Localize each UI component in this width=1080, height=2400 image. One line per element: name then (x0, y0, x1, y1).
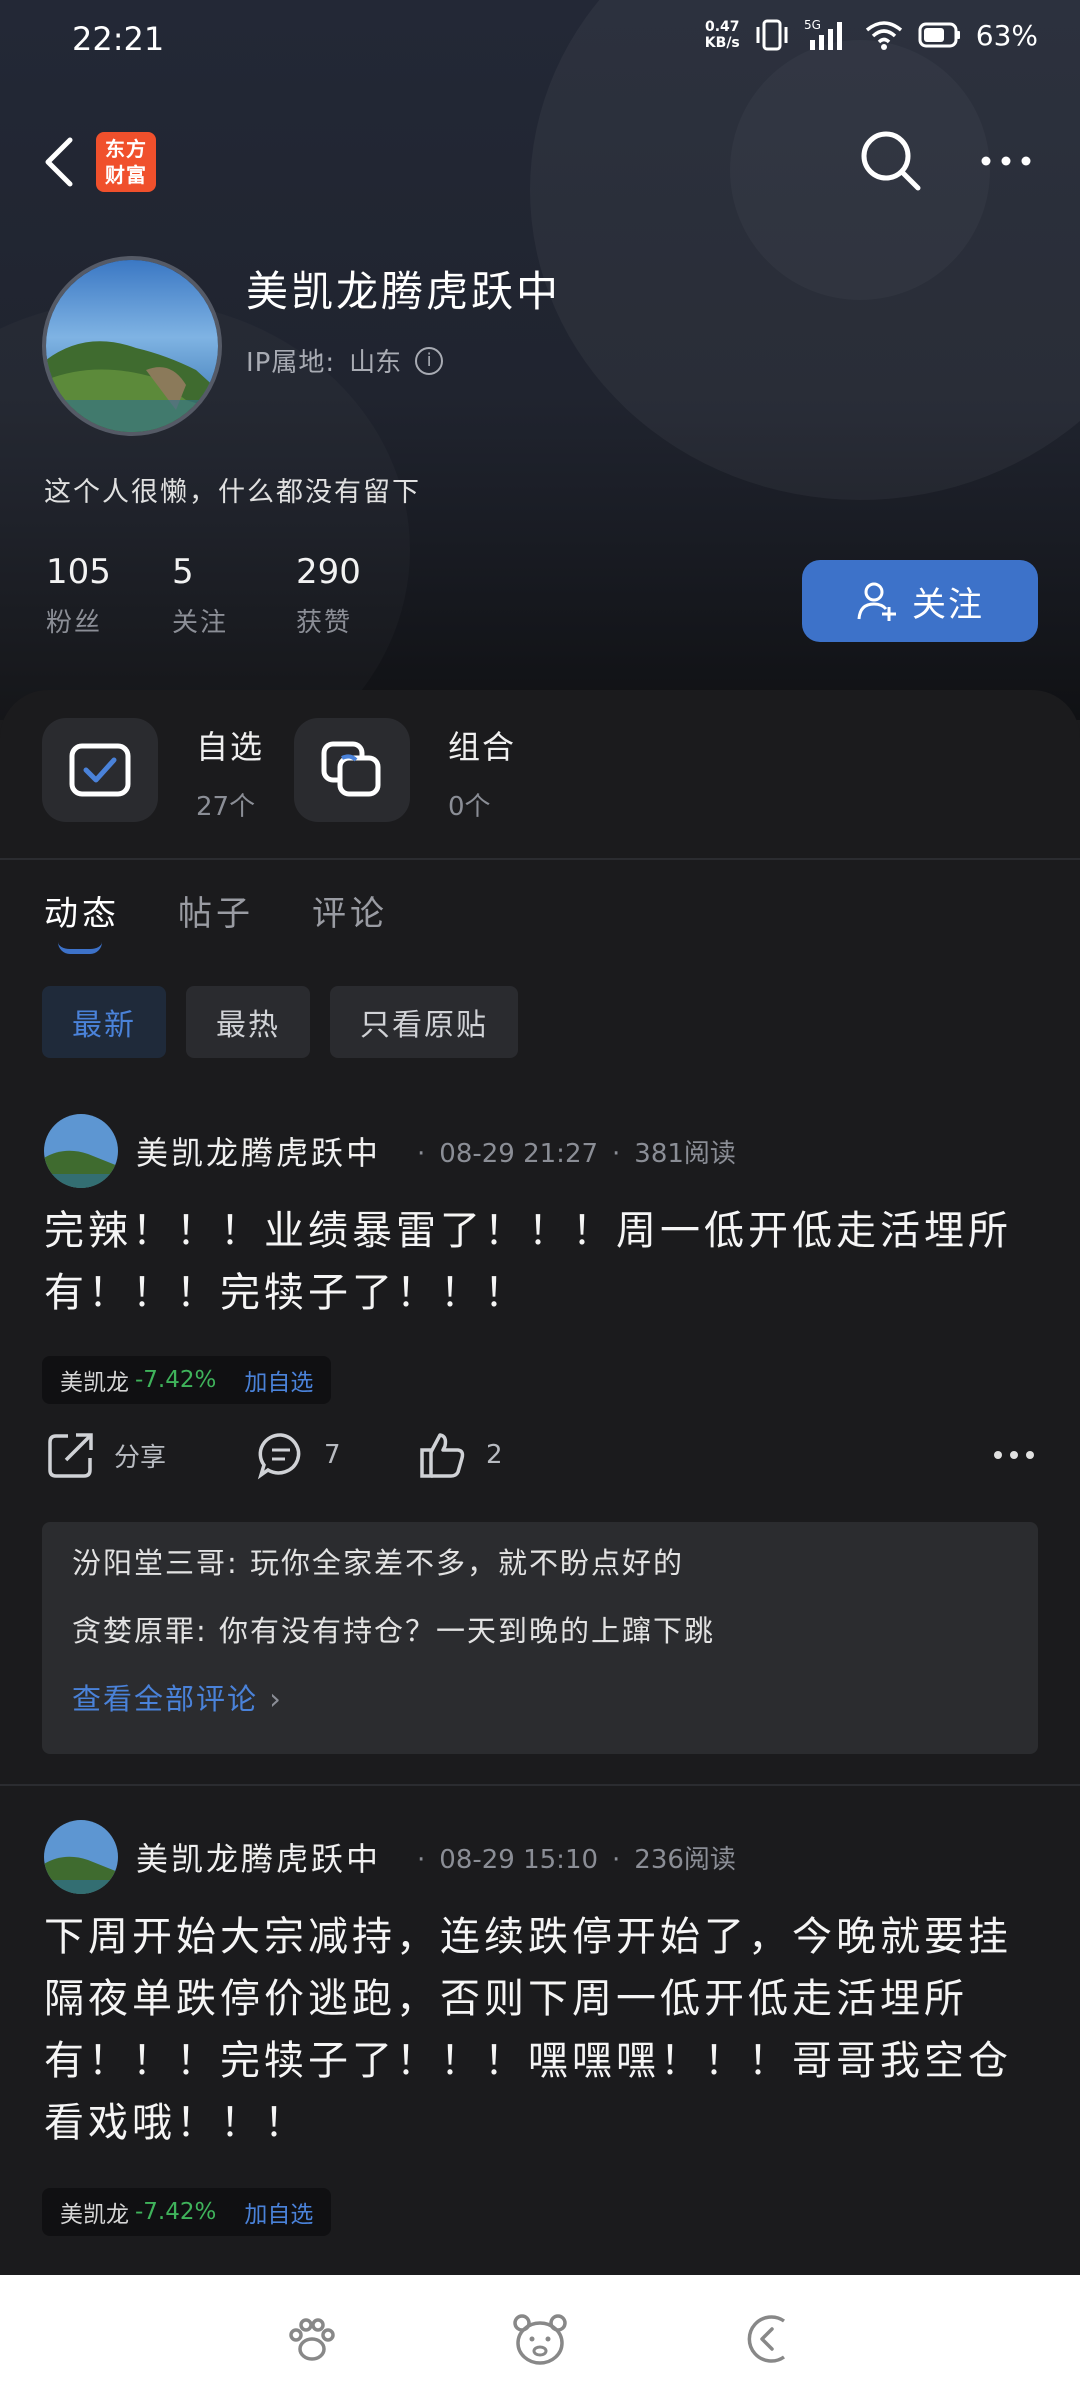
watchlist-icon (42, 718, 158, 822)
filter-original-only[interactable]: 只看原贴 (330, 986, 518, 1058)
post-avatar[interactable] (44, 1820, 118, 1894)
status-indicators: 0.47 KB/s 5G 63% (705, 18, 1038, 52)
comment-item: 贪婪原罪: 你有没有持仓？一天到晚的上蹿下跳 (72, 1608, 1008, 1650)
follow-label: 关注 (912, 584, 984, 625)
tile-count: 27个 (196, 792, 256, 822)
tile-title: 组合 (448, 728, 517, 766)
share-icon (48, 1433, 93, 1478)
thumbs-up-icon (420, 1433, 465, 1478)
comment-icon (257, 1433, 301, 1480)
vibrate-icon (756, 19, 788, 51)
portfolio-icon (294, 718, 410, 822)
tab-posts[interactable]: 帖子 (178, 886, 254, 935)
add-user-icon (857, 582, 896, 621)
post-reads: 381阅读 (634, 1138, 736, 1169)
tile-title: 自选 (196, 728, 265, 766)
bottom-navigation-bar (0, 2275, 1080, 2400)
back-gesture-icon[interactable] (738, 2309, 798, 2369)
filter-hot[interactable]: 最热 (186, 986, 310, 1058)
network-speed: 0.47 KB/s (704, 19, 740, 51)
stat-label: 获赞 (296, 608, 353, 638)
battery-icon (918, 22, 960, 48)
post-author[interactable]: 美凯龙腾虎跃中 (136, 1128, 381, 1174)
divider (0, 858, 1080, 860)
active-tab-indicator (58, 942, 102, 954)
post-header: 美凯龙腾虎跃中 · 08-29 15:10 · 236阅读 (44, 1820, 736, 1894)
stock-tag[interactable]: 美凯龙 -7.42% 加自选 (42, 1356, 332, 1404)
ip-location-row: IP属地: 山东 i (246, 342, 444, 379)
stat-followers[interactable]: 105 粉丝 (46, 552, 111, 639)
app-logo[interactable]: 东方 财富 (96, 132, 156, 192)
comment-user[interactable]: 汾阳堂三哥: (72, 1546, 239, 1580)
wifi-icon (865, 21, 902, 50)
stat-likes[interactable]: 290 获赞 (296, 552, 361, 639)
filter-latest[interactable]: 最新 (42, 986, 166, 1058)
comment-user[interactable]: 贪婪原罪: (72, 1614, 208, 1648)
stock-tag[interactable]: 美凯龙 -7.42% 加自选 (42, 2188, 332, 2236)
post-meta: · 08-29 21:27 · 381阅读 (417, 1138, 736, 1169)
stat-value: 5 (172, 552, 194, 592)
comment-count: 7 (324, 1440, 341, 1470)
like-button[interactable]: 2 (418, 1430, 503, 1480)
bear-face-icon[interactable] (510, 2309, 570, 2369)
stock-change: -7.42% (135, 2199, 217, 2225)
more-options-icon[interactable] (978, 146, 1034, 176)
post-time: 08-29 15:10 (439, 1844, 599, 1875)
stock-name: 美凯龙 (60, 1370, 129, 1396)
stat-label: 粉丝 (46, 608, 103, 638)
add-to-watchlist-link[interactable]: 加自选 (244, 1363, 313, 1397)
ip-label: IP属地: (246, 348, 336, 378)
avatar[interactable] (42, 256, 222, 436)
filter-chips: 最新 最热 只看原贴 (42, 986, 518, 1058)
post-action-bar: 分享 7 2 (46, 1430, 1036, 1484)
comment-item: 汾阳堂三哥: 玩你全家差不多，就不盼点好的 (72, 1540, 1008, 1582)
post-time: 08-29 21:27 (439, 1138, 599, 1169)
content-panel: 自选 27个 组合 0个 动态 帖子 评论 最新 最热 只看原贴 美凯龙腾虎跃中… (0, 690, 1080, 2275)
profile-bio: 这个人很懒，什么都没有留下 (44, 477, 421, 508)
post-header: 美凯龙腾虎跃中 · 08-29 21:27 · 381阅读 (44, 1114, 736, 1188)
like-count: 2 (486, 1440, 503, 1470)
stat-following[interactable]: 5 关注 (172, 552, 228, 639)
svg-text:5G: 5G (804, 18, 821, 32)
stat-value: 290 (296, 552, 361, 592)
watchlist-tile[interactable]: 自选 27个 (42, 718, 264, 823)
status-time: 22:21 (72, 20, 165, 58)
post-text[interactable]: 下周开始大宗减持，连续跌停开始了，今晚就要挂隔夜单跌停价逃跑，否则下周一低开低走… (44, 1906, 1044, 2154)
stat-value: 105 (46, 552, 111, 592)
post-more-icon[interactable] (992, 1444, 1036, 1466)
content-tabs: 动态 帖子 评论 (44, 886, 388, 954)
stock-change: -7.42% (135, 1367, 217, 1393)
chevron-right-icon: › (269, 1682, 283, 1716)
follow-button[interactable]: 关注 (802, 560, 1038, 642)
portfolio-tile[interactable]: 组合 0个 (294, 718, 516, 823)
ip-location: 山东 (349, 348, 402, 378)
paw-icon[interactable] (282, 2309, 342, 2369)
stat-label: 关注 (172, 608, 229, 638)
add-to-watchlist-link[interactable]: 加自选 (244, 2195, 313, 2229)
stock-name: 美凯龙 (60, 2202, 129, 2228)
search-icon[interactable] (856, 126, 926, 196)
post-author[interactable]: 美凯龙腾虎跃中 (136, 1834, 381, 1880)
view-all-comments-link[interactable]: 查看全部评论 › (72, 1676, 1008, 1718)
tile-count: 0个 (448, 792, 491, 822)
info-icon[interactable]: i (415, 346, 444, 375)
share-label: 分享 (114, 1442, 167, 1473)
tab-activity[interactable]: 动态 (44, 886, 120, 954)
post-text[interactable]: 完辣！！！业绩暴雷了！！！周一低开低走活埋所有！！！完犊子了！！！ (44, 1200, 1044, 1324)
comment-button[interactable]: 7 (256, 1430, 341, 1480)
post-reads: 236阅读 (634, 1844, 736, 1875)
back-arrow-icon[interactable] (38, 132, 84, 192)
post-avatar[interactable] (44, 1114, 118, 1188)
status-bar: 22:21 0.47 KB/s 5G 63% (0, 0, 1080, 86)
share-button[interactable]: 分享 (46, 1430, 166, 1480)
battery-percent: 63% (975, 18, 1038, 52)
profile-username: 美凯龙腾虎跃中 (246, 267, 562, 316)
comment-preview[interactable]: 汾阳堂三哥: 玩你全家差不多，就不盼点好的 贪婪原罪: 你有没有持仓？一天到晚的… (42, 1522, 1038, 1754)
comment-text: 你有没有持仓？一天到晚的上蹿下跳 (219, 1614, 716, 1648)
post-meta: · 08-29 15:10 · 236阅读 (417, 1844, 736, 1875)
comment-text: 玩你全家差不多，就不盼点好的 (250, 1546, 685, 1580)
tab-comments[interactable]: 评论 (312, 886, 388, 935)
signal-icon: 5G (804, 18, 842, 50)
divider (0, 1784, 1080, 1786)
